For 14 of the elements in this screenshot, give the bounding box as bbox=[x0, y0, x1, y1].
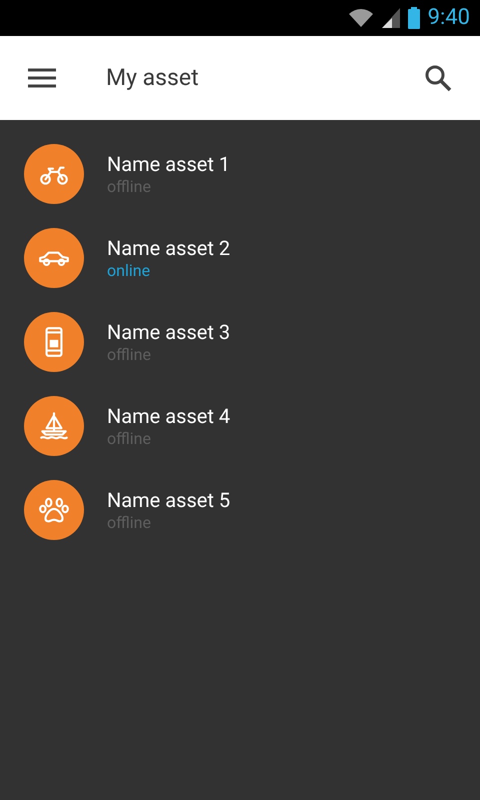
asset-name: Name asset 5 bbox=[107, 487, 230, 513]
asset-name: Name asset 4 bbox=[107, 403, 230, 429]
clock: 9:40 bbox=[428, 7, 470, 29]
asset-name: Name asset 3 bbox=[107, 319, 230, 345]
battery-icon bbox=[408, 7, 420, 29]
search-icon bbox=[424, 64, 452, 92]
wifi-icon bbox=[348, 8, 374, 28]
asset-row[interactable]: Name asset 2 online bbox=[0, 216, 480, 300]
app-title: My asset bbox=[106, 62, 200, 93]
asset-name: Name asset 2 bbox=[107, 235, 230, 261]
asset-name: Name asset 1 bbox=[107, 151, 230, 177]
signal-icon bbox=[382, 8, 400, 28]
menu-icon bbox=[28, 68, 56, 88]
asset-status: online bbox=[107, 261, 152, 281]
